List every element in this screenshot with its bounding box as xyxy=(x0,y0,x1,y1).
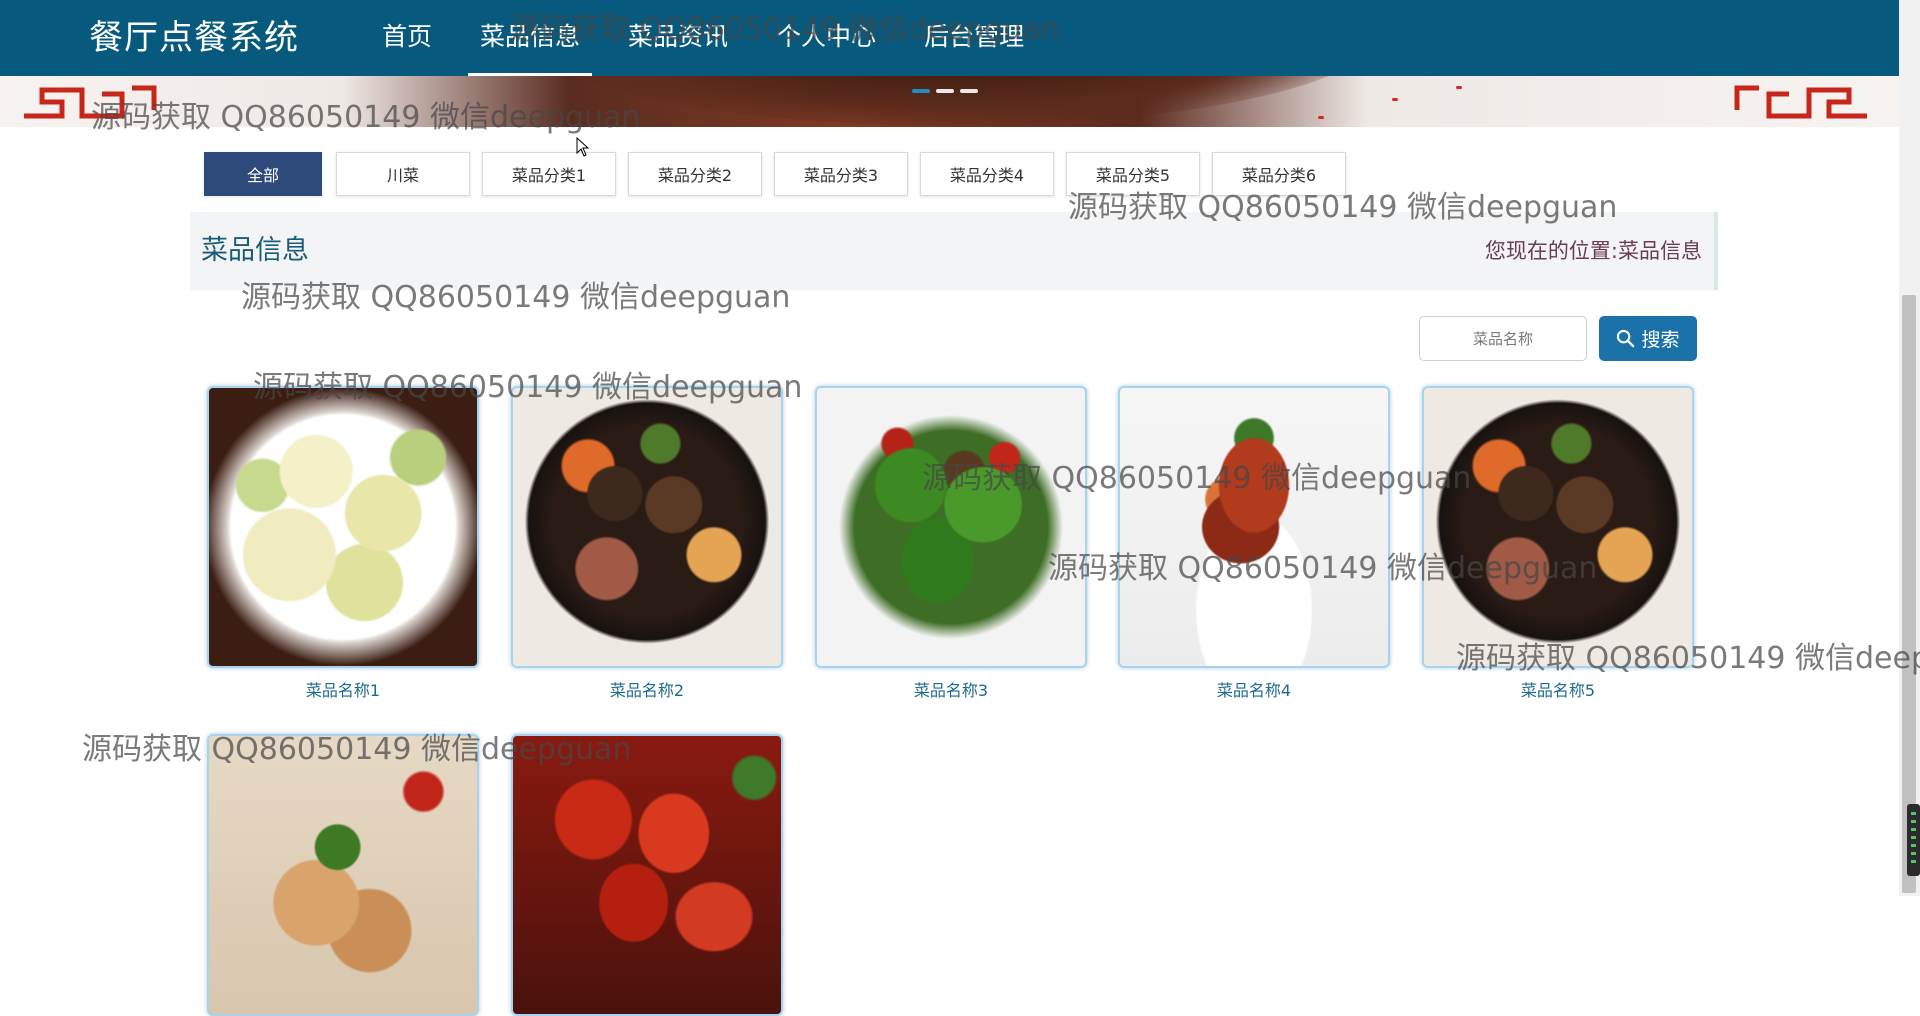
dish-image[interactable] xyxy=(815,386,1087,668)
carousel-dot[interactable] xyxy=(936,89,954,93)
breadcrumb-label: 您现在的位置: xyxy=(1484,239,1618,263)
filter-category-3[interactable]: 菜品分类3 xyxy=(774,152,908,196)
nav-dish-info[interactable]: 菜品信息 xyxy=(468,0,593,76)
dish-image[interactable] xyxy=(511,386,783,668)
banner-dish-image xyxy=(520,76,1380,126)
dish-card[interactable]: 菜品名称5 xyxy=(1422,386,1694,701)
banner-chili-bit xyxy=(1456,86,1462,89)
dish-card[interactable] xyxy=(511,734,783,1016)
banner-chili-bit xyxy=(1392,98,1398,101)
dish-card[interactable] xyxy=(207,734,479,1016)
hero-banner xyxy=(0,76,1899,127)
carousel-dot[interactable] xyxy=(912,89,930,93)
dish-image[interactable] xyxy=(1422,386,1694,668)
carousel-dot[interactable] xyxy=(960,89,978,93)
category-filter-bar: 全部 川菜 菜品分类1 菜品分类2 菜品分类3 菜品分类4 菜品分类5 菜品分类… xyxy=(204,152,1358,196)
dish-name[interactable]: 菜品名称1 xyxy=(207,677,479,701)
filter-all[interactable]: 全部 xyxy=(204,152,322,196)
dish-card[interactable]: 菜品名称3 xyxy=(815,386,1087,701)
search-icon xyxy=(1617,329,1635,348)
breadcrumb: 您现在的位置: 菜品信息 xyxy=(1485,212,1702,290)
dish-image[interactable] xyxy=(207,734,479,1016)
page-scrollbar[interactable] xyxy=(1899,0,1920,896)
dish-image[interactable] xyxy=(1118,386,1390,668)
chinese-pattern-right xyxy=(1734,85,1867,119)
nav-admin[interactable]: 后台管理 xyxy=(912,0,1036,76)
site-brand[interactable]: 餐厅点餐系统 xyxy=(89,0,299,76)
main-nav: 首页 菜品信息 菜品资讯 个人中心 后台管理 xyxy=(370,0,1060,76)
search-button-label: 搜索 xyxy=(1641,329,1680,351)
mouse-cursor-icon xyxy=(576,137,590,157)
filter-category-4[interactable]: 菜品分类4 xyxy=(920,152,1054,196)
dish-card[interactable]: 菜品名称2 xyxy=(511,386,783,701)
carousel-indicators xyxy=(912,89,978,93)
dish-image[interactable] xyxy=(511,734,783,1016)
filter-category-6[interactable]: 菜品分类6 xyxy=(1212,152,1346,196)
side-widget[interactable] xyxy=(1907,804,1920,876)
page-title: 菜品信息 xyxy=(201,235,309,266)
nav-dish-news[interactable]: 菜品资讯 xyxy=(616,0,740,76)
banner-chili-bit xyxy=(1318,116,1324,119)
nav-personal-center[interactable]: 个人中心 xyxy=(764,0,888,76)
dish-card[interactable]: 菜品名称4 xyxy=(1118,386,1390,701)
dish-name[interactable]: 菜品名称2 xyxy=(511,677,783,701)
dish-name[interactable]: 菜品名称5 xyxy=(1422,677,1694,701)
dish-name[interactable]: 菜品名称4 xyxy=(1118,677,1390,701)
dish-card[interactable]: 菜品名称1 xyxy=(207,386,479,701)
filter-category-1[interactable]: 菜品分类1 xyxy=(482,152,616,196)
filter-category-5[interactable]: 菜品分类5 xyxy=(1066,152,1200,196)
search-input[interactable] xyxy=(1419,316,1587,361)
dish-image[interactable] xyxy=(207,386,479,668)
nav-home[interactable]: 首页 xyxy=(370,0,444,76)
breadcrumb-current[interactable]: 菜品信息 xyxy=(1618,212,1702,290)
chinese-pattern-left xyxy=(24,85,157,119)
top-navbar: 餐厅点餐系统 首页 菜品信息 菜品资讯 个人中心 后台管理 xyxy=(0,0,1899,76)
dish-name[interactable]: 菜品名称3 xyxy=(815,677,1087,701)
filter-category-2[interactable]: 菜品分类2 xyxy=(628,152,762,196)
breadcrumb-bar: 菜品信息 您现在的位置: 菜品信息 xyxy=(190,212,1718,290)
filter-sichuan[interactable]: 川菜 xyxy=(336,152,470,196)
search-button[interactable]: 搜索 xyxy=(1599,316,1697,361)
